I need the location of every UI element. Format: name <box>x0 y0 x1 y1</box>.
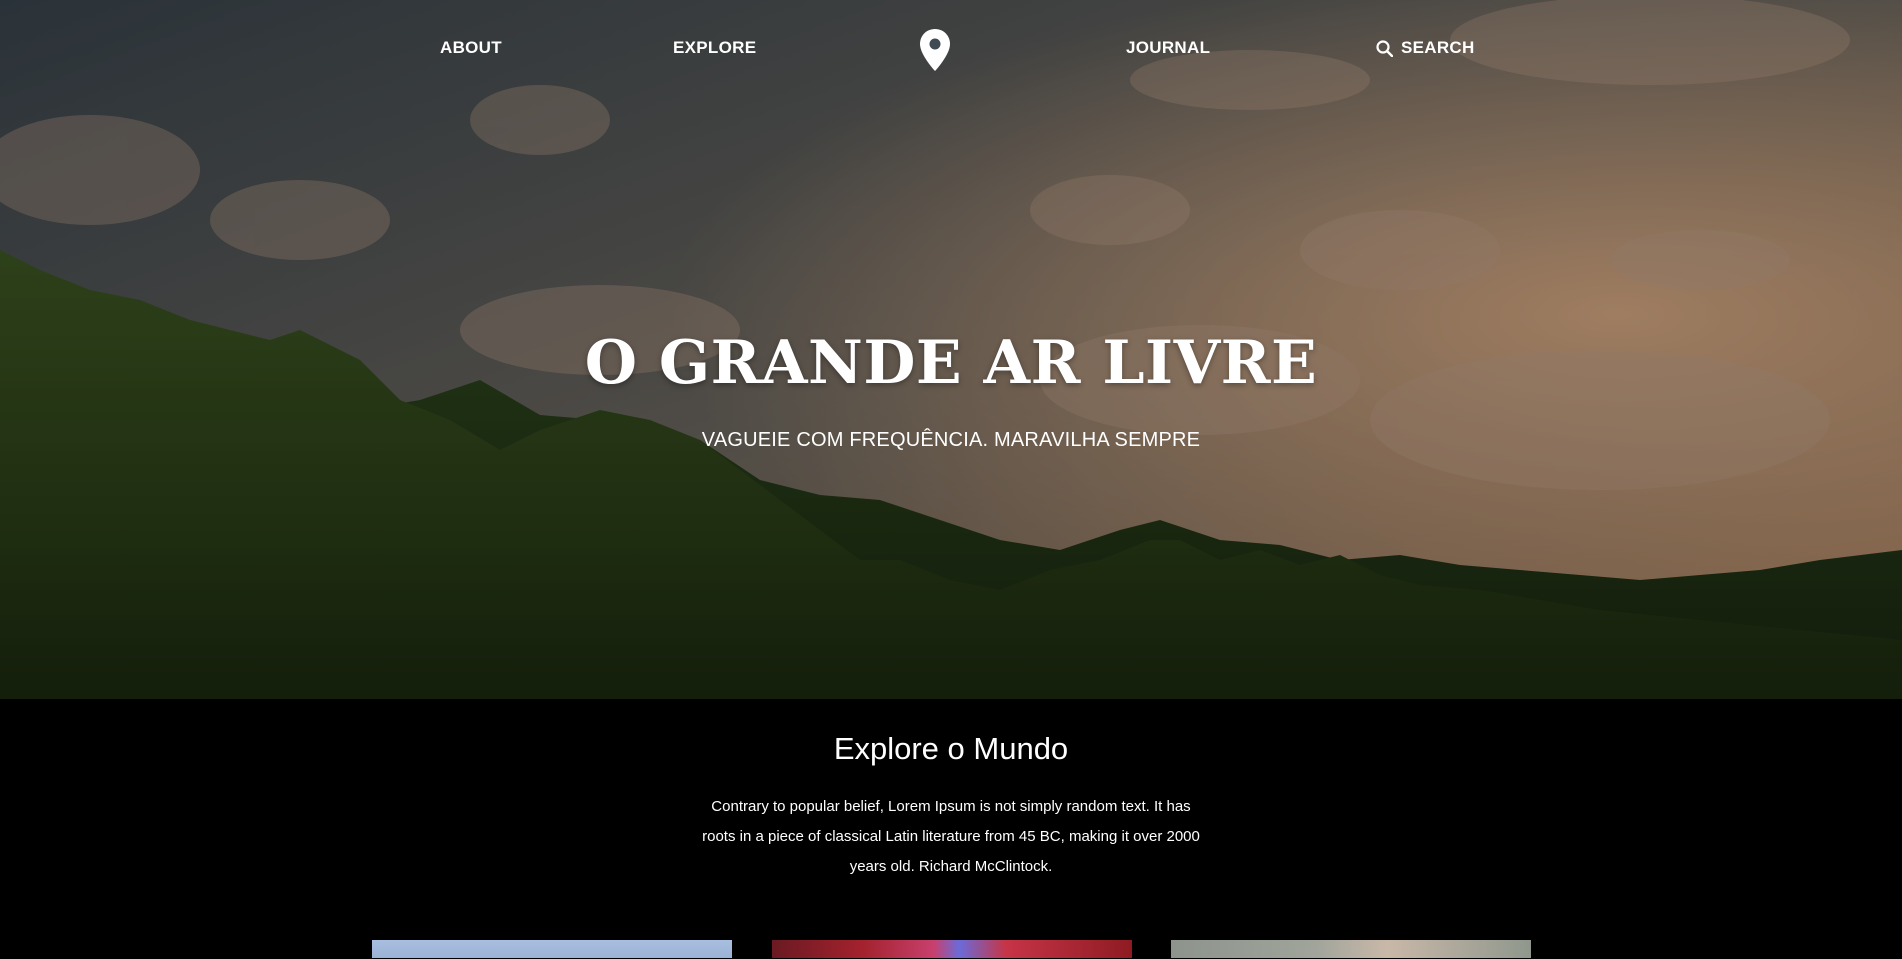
hero-section: ABOUT EXPLORE JOURNAL SEARCH O GRANDE AR… <box>0 0 1902 699</box>
search-icon <box>1376 39 1393 57</box>
nav-journal-link[interactable]: JOURNAL <box>1126 38 1210 58</box>
section-description: Contrary to popular belief, Lorem Ipsum … <box>702 798 1200 875</box>
nav-search-link[interactable]: SEARCH <box>1376 38 1475 58</box>
card-mountain[interactable] <box>1171 940 1531 958</box>
nav-explore-link[interactable]: EXPLORE <box>673 38 756 58</box>
card-sky[interactable] <box>372 940 732 958</box>
hero-subtitle: VAGUEIE COM FREQUÊNCIA. MARAVILHA SEMPRE <box>701 429 1201 451</box>
nav-about-link[interactable]: ABOUT <box>440 38 502 58</box>
hero-title: O GRANDE AR LIVRE <box>584 328 1318 398</box>
section-title: Explore o Mundo <box>833 731 1069 766</box>
map-pin-icon[interactable] <box>918 28 952 72</box>
top-navigation: ABOUT EXPLORE JOURNAL SEARCH <box>0 0 1902 98</box>
card-canyon[interactable] <box>772 940 1132 958</box>
explore-section: Explore o Mundo Contrary to popular beli… <box>0 699 1902 959</box>
nav-search-label: SEARCH <box>1401 38 1475 57</box>
